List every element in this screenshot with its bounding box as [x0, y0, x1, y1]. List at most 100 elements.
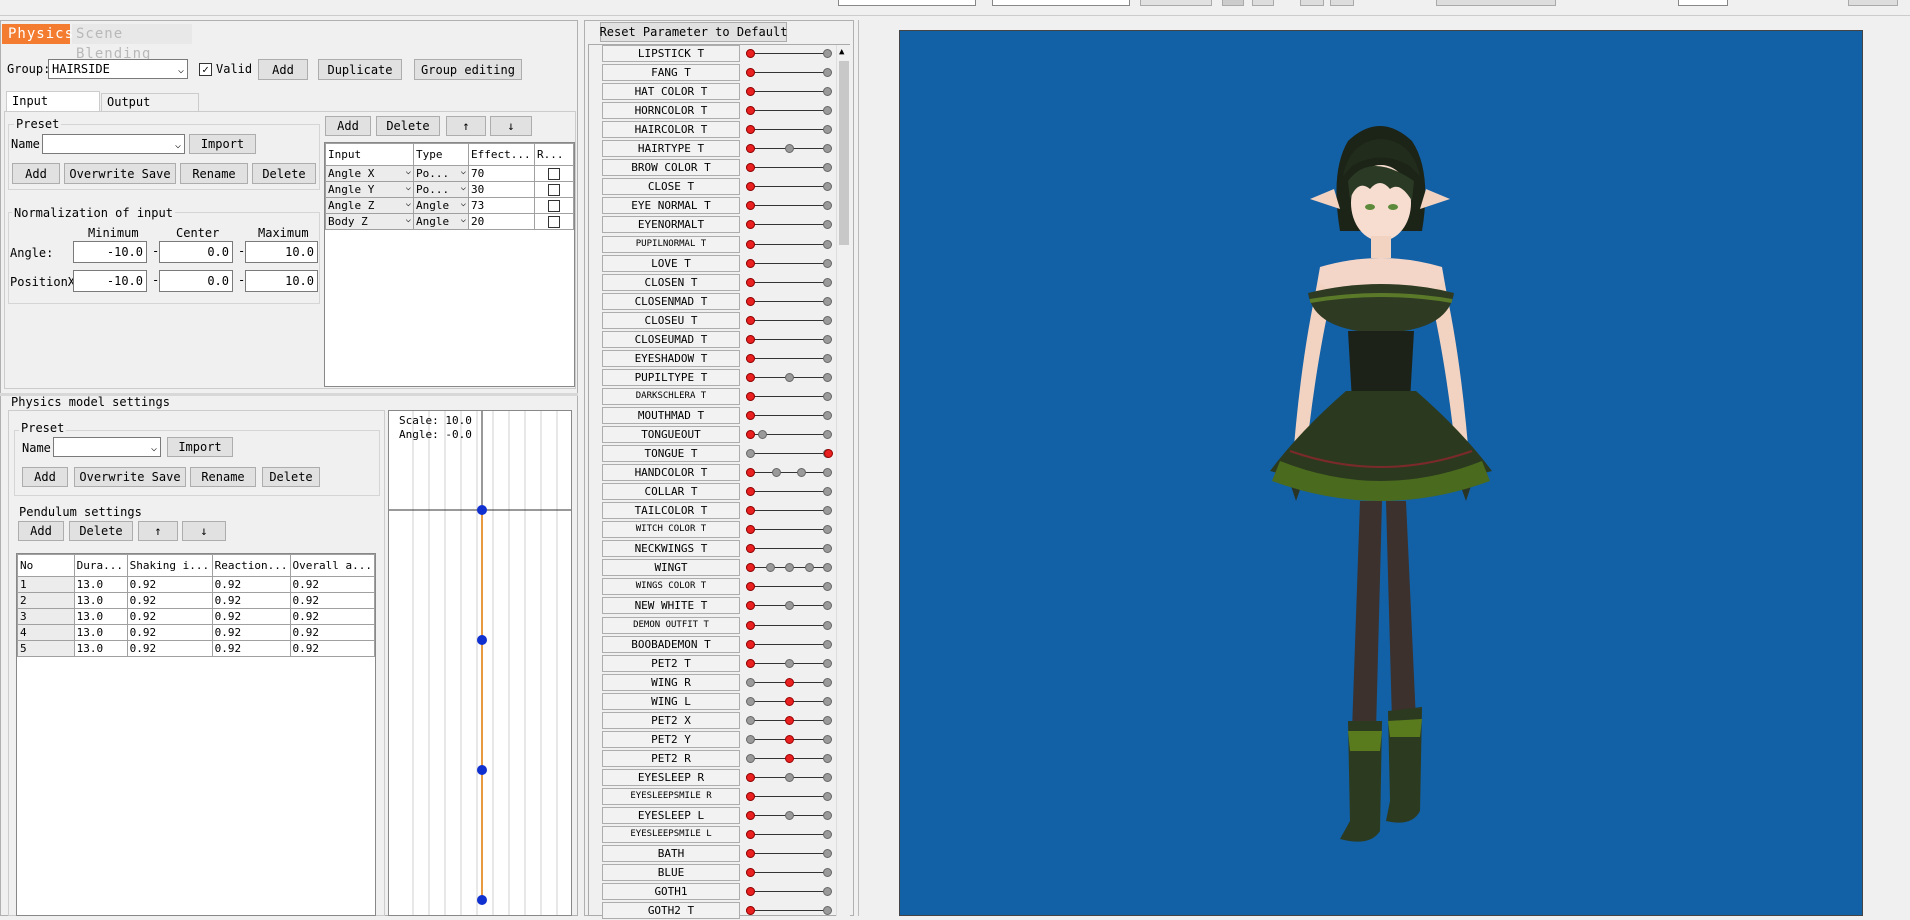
parameter-row[interactable]: DARKSCHLERA T	[602, 387, 848, 406]
parameter-row[interactable]: EYESLEEPSMILE L	[602, 825, 848, 844]
top-toolbar-field-2[interactable]	[992, 0, 1130, 6]
reverse-checkbox[interactable]	[548, 183, 560, 196]
parameter-slider-knob[interactable]	[746, 372, 755, 382]
parameter-slider-track[interactable]	[750, 53, 828, 54]
parameter-slider-knob[interactable]	[746, 772, 755, 782]
parameter-row[interactable]: CLOSEU T	[602, 311, 848, 330]
parameter-slider-track[interactable]	[750, 548, 828, 550]
parameter-row[interactable]: NECKWINGS T	[602, 539, 848, 558]
input-down-button[interactable]: ↓	[490, 116, 532, 136]
parameter-row[interactable]: PET2 R	[602, 749, 848, 768]
parameter-slider-knob[interactable]	[746, 468, 755, 478]
tab-scene-blending[interactable]: Scene Blending	[72, 24, 192, 62]
norm-angle-center[interactable]: 0.0	[159, 241, 233, 263]
input-cell[interactable]: Body Z ⌵	[325, 213, 414, 230]
pendulum-preview[interactable]: Scale: 10.0 Angle: -0.0	[388, 410, 572, 916]
parameter-slider-knob[interactable]	[746, 410, 755, 420]
parameter-slider-track[interactable]	[750, 643, 828, 645]
parameter-row[interactable]: LOVE T	[602, 254, 848, 273]
reverse-checkbox[interactable]	[548, 167, 560, 180]
tab-output-settings[interactable]: Output Settings	[101, 93, 199, 125]
top-toolbar-button-1[interactable]	[1140, 0, 1212, 6]
parameter-slider-knob[interactable]	[746, 830, 755, 840]
parameter-slider-knob[interactable]	[746, 868, 755, 878]
parameter-row[interactable]: TONGUEOUT	[602, 425, 848, 444]
parameter-slider-track[interactable]	[750, 357, 828, 359]
parameter-slider-knob[interactable]	[746, 906, 755, 916]
table-row[interactable]: Angle Y ⌵ Po... ⌵ 30	[325, 181, 574, 198]
cell-reaction[interactable]: 0.92	[211, 608, 291, 625]
cell-shaking[interactable]: 0.92	[126, 576, 213, 593]
parameter-slider-knob[interactable]	[746, 239, 755, 249]
parameter-row[interactable]: CLOSEN T	[602, 273, 848, 292]
pendulum-col-shaking[interactable]: Shaking i...	[126, 554, 213, 577]
input-delete-button[interactable]: Delete	[376, 116, 440, 136]
parameter-row[interactable]: DEMON OUTFIT T	[602, 616, 848, 635]
parameter-slider-knob[interactable]	[746, 334, 755, 344]
top-toolbar-button-7[interactable]	[1848, 0, 1898, 6]
valid-checkbox[interactable]: ✓	[199, 63, 212, 76]
parameter-slider-knob[interactable]	[785, 696, 794, 706]
parameter-slider-knob[interactable]	[746, 49, 755, 58]
top-toolbar-button-4[interactable]	[1300, 0, 1324, 6]
parameter-slider-track[interactable]	[750, 110, 828, 112]
parameter-row[interactable]: EYESLEEP R	[602, 768, 848, 787]
parameter-slider-track[interactable]	[750, 186, 828, 188]
parameter-row[interactable]: HAIRCOLOR T	[602, 120, 848, 139]
pendulum-add-button[interactable]: Add	[18, 521, 64, 541]
parameter-row[interactable]: PET2 T	[602, 654, 848, 673]
parameter-slider-knob[interactable]	[746, 106, 755, 116]
cell-overall[interactable]: 0.92	[289, 640, 376, 657]
parameter-row[interactable]: PUPILTYPE T	[602, 368, 848, 387]
parameter-slider-knob[interactable]	[746, 277, 755, 287]
cell-reaction[interactable]: 0.92	[211, 624, 291, 641]
parameter-row[interactable]: CLOSEUMAD T	[602, 330, 848, 349]
parameter-row[interactable]: WITCH COLOR T	[602, 520, 848, 539]
preset-import-button[interactable]: Import	[189, 134, 256, 154]
parameter-slider-knob[interactable]	[746, 144, 755, 154]
parameter-row[interactable]: BLUE	[602, 863, 848, 882]
pendulum-up-button[interactable]: ↑	[138, 521, 178, 541]
input-cell[interactable]: Angle Z ⌵	[325, 197, 414, 214]
parameter-slider-knob[interactable]	[746, 258, 755, 268]
cell-overall[interactable]: 0.92	[289, 624, 376, 641]
effect-cell[interactable]: 73	[468, 197, 535, 214]
cell-duration[interactable]: 13.0	[73, 592, 128, 609]
type-cell[interactable]: Angle ⌵	[413, 197, 469, 214]
parameter-slider-track[interactable]	[750, 319, 828, 321]
scroll-up-icon[interactable]: ▲	[839, 47, 844, 57]
parameter-slider-knob[interactable]	[824, 449, 833, 459]
pendulum-col-reaction[interactable]: Reaction...	[211, 554, 291, 577]
parameter-slider-knob[interactable]	[746, 220, 755, 230]
parameter-slider-knob[interactable]	[746, 620, 755, 630]
pendulum-delete-button[interactable]: Delete	[69, 521, 133, 541]
table-row[interactable]: Body Z ⌵ Angle ⌵ 20	[325, 213, 574, 230]
parameter-row[interactable]: EYESLEEP L	[602, 806, 848, 825]
parameter-row[interactable]: WINGT	[602, 558, 848, 577]
group-add-button[interactable]: Add	[258, 59, 308, 80]
cell-shaking[interactable]: 0.92	[126, 624, 213, 641]
parameter-slider-track[interactable]	[750, 872, 828, 874]
cell-duration[interactable]: 13.0	[73, 624, 128, 641]
table-row[interactable]: 1 13.0 0.92 0.92 0.92	[17, 576, 376, 593]
preset-overwrite-save-button[interactable]: Overwrite Save	[64, 163, 176, 184]
cell-shaking[interactable]: 0.92	[126, 608, 213, 625]
parameter-slider-track[interactable]	[750, 472, 828, 474]
parameter-slider-track[interactable]	[750, 624, 828, 626]
parameter-row[interactable]: CLOSENMAD T	[602, 292, 848, 311]
top-toolbar-button-5[interactable]	[1330, 0, 1354, 6]
parameter-row[interactable]: EYENORMALT	[602, 215, 848, 234]
parameter-row[interactable]: NEW WHITE T	[602, 596, 848, 615]
parameter-slider-knob[interactable]	[746, 811, 755, 820]
pendulum-col-overall[interactable]: Overall a...	[289, 554, 376, 577]
parameter-slider-track[interactable]	[750, 338, 828, 340]
parameter-row[interactable]: HANDCOLOR T	[602, 463, 848, 482]
parameter-row[interactable]: CLOSE T	[602, 177, 848, 196]
parameter-slider-knob[interactable]	[746, 887, 755, 897]
preset-delete-button[interactable]: Delete	[252, 163, 316, 184]
preset-name-select[interactable]: ⌵	[42, 134, 185, 154]
cell-reaction[interactable]: 0.92	[211, 592, 291, 609]
parameter-row[interactable]: EYE NORMAL T	[602, 196, 848, 215]
parameter-slider-knob[interactable]	[746, 391, 755, 401]
cell-shaking[interactable]: 0.92	[126, 592, 213, 609]
